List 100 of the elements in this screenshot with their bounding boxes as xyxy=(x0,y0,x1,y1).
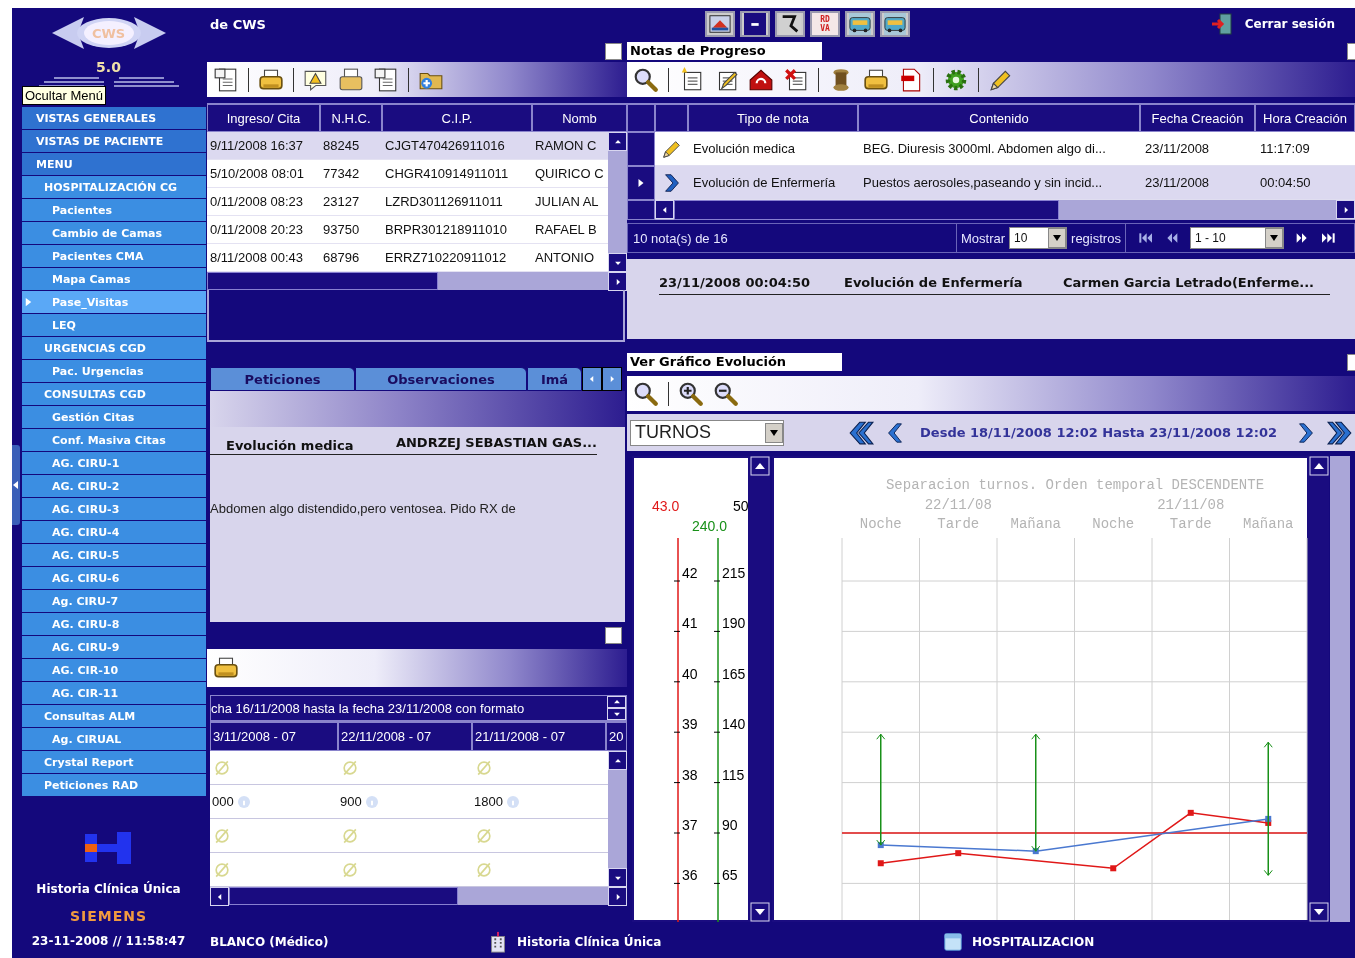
menu-item[interactable]: AG. CIRU-2 xyxy=(22,475,206,497)
tab[interactable]: Peticiones xyxy=(210,367,355,391)
dropdown-button[interactable] xyxy=(1264,228,1283,248)
table-row[interactable]: 0/11/2008 20:23 93750 BRPR301218911010 RAFAEL B xyxy=(207,216,608,244)
scroll-left-button[interactable] xyxy=(582,367,602,391)
scroll-up-button[interactable] xyxy=(608,751,627,770)
menu-item[interactable]: AG. CIRU-9 xyxy=(22,636,206,658)
table-row[interactable]: 8/11/2008 00:43 68796 ERRZ710220911012 ANTONIO xyxy=(207,244,608,272)
zoom-out-icon[interactable] xyxy=(713,380,739,407)
maximize-button[interactable] xyxy=(605,42,622,60)
maximize-button[interactable] xyxy=(1347,42,1355,60)
menu-item[interactable]: Pac. Urgencias xyxy=(22,360,206,382)
dropdown-button[interactable] xyxy=(765,422,784,443)
scroll-down-button[interactable] xyxy=(608,253,627,272)
menu-item[interactable]: AG. CIR-10 xyxy=(22,659,206,681)
menu-item[interactable]: MENU xyxy=(22,153,206,175)
search-icon[interactable] xyxy=(633,66,659,93)
table-row[interactable]: 9/11/2008 16:37 88245 CJGT470426911016 RAMON C xyxy=(207,132,608,160)
column-header: Fecha Creación xyxy=(1140,103,1255,132)
mode-select[interactable]: TURNOS xyxy=(630,419,785,446)
menu-item[interactable]: AG. CIR-11 xyxy=(22,682,206,704)
table-cell-text: 00:04:50 xyxy=(1259,175,1312,190)
page-select[interactable]: 1 - 10 xyxy=(1189,227,1284,249)
menu-item[interactable]: VISTAS DE PACIENTE xyxy=(22,130,206,152)
zoom-in-icon[interactable] xyxy=(678,380,704,407)
arrow-icon xyxy=(23,296,34,308)
note-author: Carmen Garcia Letrado(Enferme... xyxy=(1063,275,1315,290)
menu-item[interactable]: AG. CIRU-3 xyxy=(22,498,206,520)
column-header: Tipo de nota xyxy=(688,103,858,132)
maximize-button[interactable] xyxy=(1347,353,1355,371)
page-size-select[interactable]: 10 xyxy=(1009,227,1068,249)
shift-label: Noche xyxy=(1092,516,1135,532)
menu-item[interactable]: Conf. Masiva Citas xyxy=(22,429,206,451)
tab[interactable]: Imá xyxy=(527,367,582,391)
shift-label: Noche xyxy=(859,516,902,532)
menu-item[interactable]: Pase_Visitas xyxy=(22,291,206,313)
status-text: Historia Clínica Única xyxy=(517,934,662,949)
shift-label: Mañana xyxy=(1010,516,1061,532)
menu-item[interactable]: Consultas ALM xyxy=(22,705,206,727)
scroll-thumb[interactable] xyxy=(674,200,1059,220)
status-text: HOSPITALIZACION xyxy=(972,934,1095,949)
document-icon[interactable] xyxy=(373,66,399,93)
menu-item[interactable]: Crystal Report xyxy=(22,751,206,773)
menu-item[interactable]: LEQ xyxy=(22,314,206,336)
version-label: 5.0 xyxy=(96,59,121,75)
scrollbar[interactable] xyxy=(750,456,770,922)
data-point xyxy=(877,842,884,849)
shift-label: Tarde xyxy=(1169,516,1212,532)
monitor-button[interactable] xyxy=(775,11,805,37)
dropdown-button[interactable] xyxy=(1048,228,1067,248)
last-page-icon[interactable] xyxy=(1319,230,1336,246)
search-icon[interactable] xyxy=(633,380,659,407)
menu-item[interactable]: Pacientes xyxy=(22,199,206,221)
delete-note-icon[interactable] xyxy=(783,66,809,93)
collapse-handle[interactable] xyxy=(12,445,20,525)
menu-item[interactable]: Ag. CIRUAL xyxy=(22,728,206,750)
picture-button[interactable] xyxy=(705,11,735,37)
date-label: 21/11/08 xyxy=(1157,497,1225,513)
menu-item[interactable]: AG. CIRU-1 xyxy=(22,452,206,474)
menu-item[interactable]: Pacientes CMA xyxy=(22,245,206,267)
column-header: 22/11/2008 - 07 xyxy=(338,721,472,751)
bus-button[interactable] xyxy=(880,11,910,37)
table-row[interactable]: 0/11/2008 08:23 23127 LZRD301126911011 JULIAN AL xyxy=(207,188,608,216)
menu-item[interactable]: AG. CIRU-8 xyxy=(22,613,206,635)
menu-item[interactable]: AG. CIRU-6 xyxy=(22,567,206,589)
scroll-right-button[interactable] xyxy=(602,367,622,391)
scroll-down-button[interactable] xyxy=(608,868,627,887)
menu-item[interactable]: Mapa Camas xyxy=(22,268,206,290)
menu-item[interactable]: Ag. CIRU-7 xyxy=(22,590,206,612)
menu-item[interactable]: Gestión Citas xyxy=(22,406,206,428)
scroll-thumb[interactable] xyxy=(229,887,459,905)
scroll-thumb[interactable] xyxy=(207,272,438,290)
menu-item[interactable]: CONSULTAS CGD xyxy=(22,383,206,405)
menu-item[interactable]: VISTAS GENERALES xyxy=(22,107,206,129)
tooltip: Ocultar Menú xyxy=(22,86,107,105)
menu-item[interactable]: AG. CIRU-4 xyxy=(22,521,206,543)
table-cell-text: 23/11/2008 xyxy=(1144,141,1211,156)
menu-item[interactable]: URGENCIAS CGD xyxy=(22,337,206,359)
scroll-down-button[interactable] xyxy=(607,708,626,720)
scale-label: 115 xyxy=(722,766,745,783)
date-label: 22/11/08 xyxy=(924,497,992,513)
menu-item[interactable]: Cambio de Camas xyxy=(22,222,206,244)
caret-down-icon xyxy=(769,428,780,437)
tool-button[interactable]: RD VA xyxy=(810,11,840,37)
menu-item[interactable]: AG. CIRU-5 xyxy=(22,544,206,566)
scroll-up-button[interactable] xyxy=(608,132,627,151)
scroll-up-button[interactable] xyxy=(607,696,626,708)
minimize-button[interactable] xyxy=(740,11,770,37)
menu-item[interactable]: Peticiones RAD xyxy=(22,774,206,796)
logout-button[interactable]: Cerrar sesión xyxy=(1208,12,1335,36)
tray-icon[interactable] xyxy=(338,66,364,93)
document-icon[interactable] xyxy=(213,66,239,93)
menu-item[interactable]: HOSPITALIZACIÓN CG xyxy=(22,176,206,198)
table-cell-text: Puestos aerosoles,paseando y sin incid... xyxy=(862,175,1104,190)
first-page-icon[interactable] xyxy=(1137,230,1154,246)
scale-label: 42 xyxy=(682,565,698,581)
table-row[interactable]: 5/10/2008 08:01 77342 CHGR410914911011 QUIRICO C xyxy=(207,160,608,188)
scrollbar[interactable] xyxy=(1309,456,1329,922)
tab[interactable]: Observaciones xyxy=(355,367,527,391)
bus-button[interactable] xyxy=(845,11,875,37)
